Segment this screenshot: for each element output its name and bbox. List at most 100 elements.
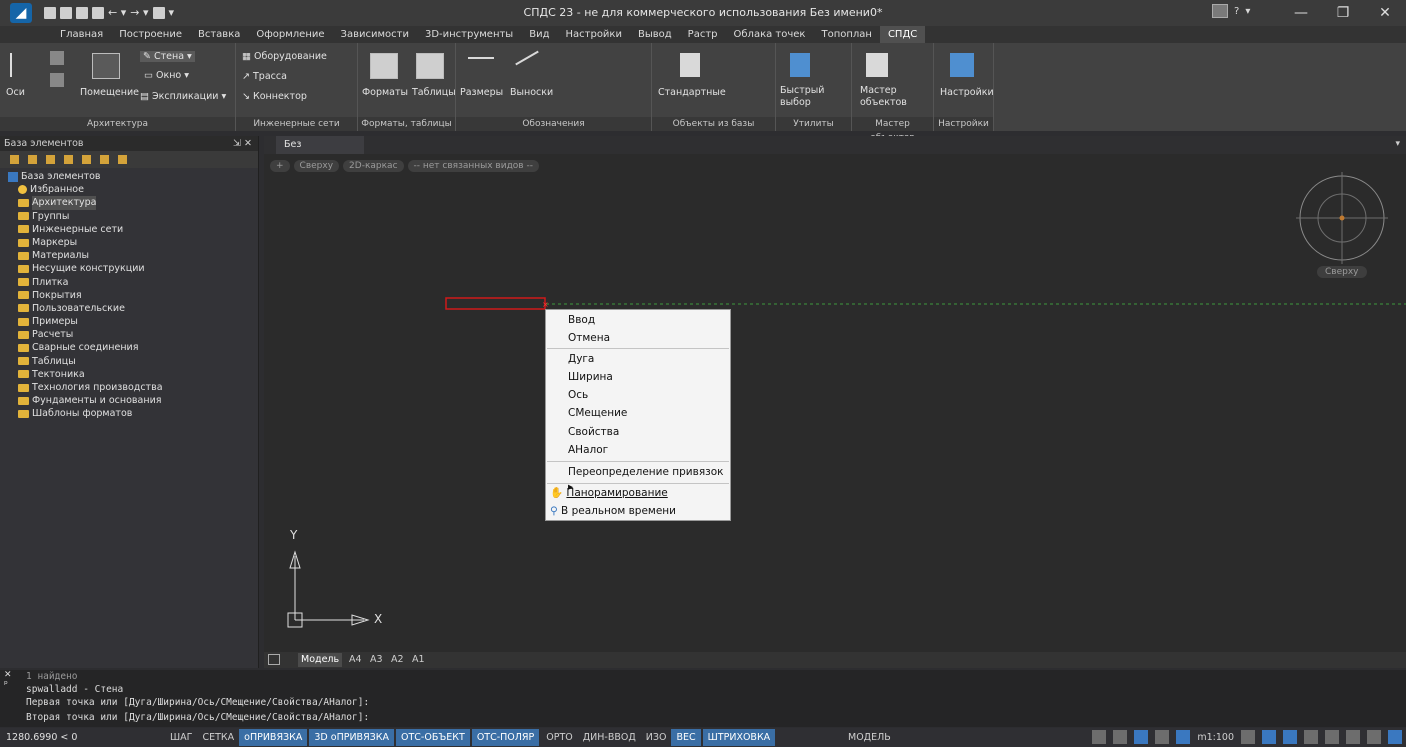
room-button[interactable]: Помещение [80, 87, 139, 98]
tab-3d[interactable]: 3D-инструменты [417, 26, 521, 43]
zoom-extents-icon[interactable] [1304, 730, 1318, 744]
orbit-icon[interactable] [1325, 730, 1339, 744]
calendar-icon[interactable] [1212, 4, 1228, 18]
status-toggle[interactable]: ДИН-ВВОД [578, 729, 641, 746]
panel-caption[interactable]: Мастер объектов [852, 117, 933, 143]
tab-point-clouds[interactable]: Облака точек [726, 26, 814, 43]
open-file-icon[interactable] [60, 7, 72, 19]
lightbulb-icon[interactable] [1113, 730, 1128, 744]
zoom-icon[interactable] [1262, 730, 1276, 744]
status-toggle[interactable]: оПРИВЯЗКА [239, 729, 308, 746]
tree-item[interactable]: Плитка [8, 276, 258, 289]
chevron-down-icon[interactable]: ▾ [1245, 6, 1250, 17]
tab-insert[interactable]: Вставка [190, 26, 248, 43]
panel-caption[interactable]: Настройки [934, 117, 993, 131]
explication-button[interactable]: ▤ Экспликации ▾ [140, 91, 226, 102]
annotation-icon[interactable] [1134, 730, 1149, 744]
tree-item[interactable]: Шаблоны форматов [8, 407, 258, 420]
settings-icon[interactable] [950, 53, 974, 77]
drawing-canvas[interactable]: + Сверху 2D-каркас -- нет связанных видо… [264, 154, 1406, 652]
equipment-button[interactable]: ▦ Оборудование [242, 51, 327, 62]
tool-icon[interactable] [46, 155, 55, 164]
tree-item[interactable]: Сварные соединения [8, 341, 258, 354]
master-icon[interactable] [866, 53, 888, 77]
tab-constraints[interactable]: Зависимости [333, 26, 417, 43]
status-toggle[interactable]: ОТС-ОБЪЕКТ [396, 729, 470, 746]
select-icon[interactable] [1155, 730, 1170, 744]
undo-icon[interactable]: ← ▾ [108, 7, 126, 19]
tab-a4[interactable]: A4 [346, 653, 365, 667]
tab-spds[interactable]: СПДС [879, 26, 926, 43]
quick-select-button-2[interactable]: выбор [780, 97, 811, 108]
tool-icon[interactable] [10, 155, 19, 164]
formats-icon[interactable] [370, 53, 398, 79]
tab-view[interactable]: Вид [521, 26, 557, 43]
layout-icon[interactable] [1367, 730, 1381, 744]
close-button[interactable]: ✕ [1364, 5, 1406, 21]
tree-item[interactable]: Покрытия [8, 289, 258, 302]
tab-output[interactable]: Вывод [630, 26, 680, 43]
menu-item-pan[interactable]: ✋ Панорамирование [550, 486, 668, 501]
menu-item-arc[interactable]: Дуга [568, 352, 594, 367]
save-as-icon[interactable] [92, 7, 104, 19]
axes-button[interactable]: Оси [6, 87, 25, 98]
status-toggle[interactable]: СЕТКА [197, 729, 239, 746]
wall-button[interactable]: ✎ Стена ▾ [140, 51, 195, 62]
status-toggle[interactable]: ОРТО [541, 729, 578, 746]
app-logo-icon[interactable]: ◢ [10, 3, 32, 23]
master-button-2[interactable]: объектов [860, 97, 907, 108]
save-icon[interactable] [76, 7, 88, 19]
tree-root[interactable]: База элементов [8, 170, 258, 183]
panel-caption[interactable]: Архитектура [0, 117, 235, 131]
coordinates-readout[interactable]: 1280.6990 < 0 [0, 732, 165, 743]
panel-caption[interactable]: Утилиты [776, 117, 851, 131]
tab-a1[interactable]: A1 [409, 653, 428, 667]
menu-item-snap-override[interactable]: Переопределение привязок ▸ [568, 465, 730, 493]
tree-item[interactable]: Таблицы [8, 355, 258, 368]
tree-item[interactable]: Тектоника [8, 368, 258, 381]
tree-item[interactable]: Архитектура [8, 196, 258, 210]
tab-model[interactable]: Модель [298, 653, 343, 667]
leaders-button[interactable]: Выноски [510, 87, 553, 98]
ibeam-icon[interactable] [680, 53, 700, 77]
menu-item-realtime-zoom[interactable]: ⚲ В реальном времени [550, 504, 676, 519]
zoom-window-icon[interactable] [1283, 730, 1297, 744]
restore-button[interactable]: ❐ [1322, 5, 1364, 21]
menu-item-axis[interactable]: Ось [568, 388, 588, 403]
model-space-label[interactable]: МОДЕЛЬ [848, 732, 891, 743]
fullscreen-icon[interactable] [1388, 730, 1402, 744]
axis-tool-icon[interactable] [50, 73, 64, 87]
tool-icon[interactable] [118, 155, 127, 164]
tab-document[interactable]: Без имени0*✕ [276, 136, 364, 168]
tab-raster[interactable]: Растр [680, 26, 726, 43]
close-icon[interactable]: ✕ [4, 670, 18, 680]
tree-item[interactable]: Пользовательские [8, 302, 258, 315]
tab-settings[interactable]: Настройки [558, 26, 630, 43]
menu-item-analog[interactable]: АНалог [568, 443, 608, 458]
tab-topoplan[interactable]: Топоплан [813, 26, 879, 43]
menu-item-cancel[interactable]: Отмена [568, 331, 610, 346]
help-button[interactable]: ? [1234, 6, 1239, 17]
tab-a3[interactable]: A3 [367, 653, 386, 667]
command-prompt[interactable]: Вторая точка или [Дуга/Ширина/Ось/СМещен… [26, 712, 369, 723]
tab-home[interactable]: Главная [52, 26, 111, 43]
axis-icon[interactable] [10, 53, 22, 77]
tree-item[interactable]: Инженерные сети [8, 223, 258, 236]
dimensions-button[interactable]: Размеры [460, 87, 503, 98]
tree-item[interactable]: Технология производства [8, 381, 258, 394]
filter-icon[interactable] [790, 53, 810, 77]
tree-item[interactable]: Избранное [8, 183, 258, 196]
connector-button[interactable]: ↘ Коннектор [242, 91, 307, 102]
formats-button[interactable]: Форматы [362, 87, 408, 98]
new-file-icon[interactable] [44, 7, 56, 19]
close-icon[interactable]: ⇲ ✕ [233, 136, 252, 151]
tree-item[interactable]: Материалы [8, 249, 258, 262]
dimension-icon[interactable] [468, 57, 494, 59]
tool-icon[interactable] [82, 155, 91, 164]
quick-select-button[interactable]: Быстрый [780, 85, 824, 96]
tool-icon[interactable] [100, 155, 109, 164]
menu-item-properties[interactable]: Свойства [568, 425, 619, 440]
status-toggle[interactable]: ШТРИХОВКА [702, 729, 776, 746]
status-toggle[interactable]: ВЕС [671, 729, 701, 746]
panel-caption[interactable]: Объекты из базы [652, 117, 775, 131]
